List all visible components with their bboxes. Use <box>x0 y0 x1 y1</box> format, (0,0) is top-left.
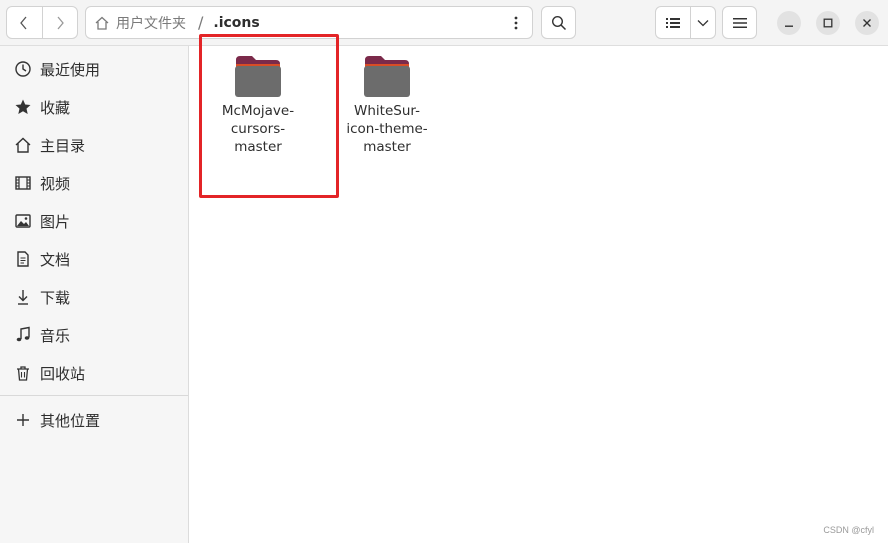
sidebar-item-label: 音乐 <box>40 326 71 345</box>
minimize-icon <box>785 25 793 27</box>
sidebar-item-label: 下载 <box>40 288 71 307</box>
close-icon <box>863 19 871 27</box>
home-icon <box>14 136 32 154</box>
sidebar-item-trash[interactable]: 回收站 <box>0 356 188 390</box>
path-parent-segment[interactable]: 用户文件夹 <box>116 13 186 33</box>
sidebar-item-pictures[interactable]: 图片 <box>0 204 188 238</box>
sidebar-item-starred[interactable]: 收藏 <box>0 90 188 124</box>
sidebar-item-documents[interactable]: 文档 <box>0 242 188 276</box>
music-icon <box>14 326 32 344</box>
view-options-dropdown[interactable] <box>690 7 715 38</box>
folder-icon <box>364 56 410 97</box>
minimize-button[interactable] <box>777 11 801 35</box>
sidebar-item-label: 图片 <box>40 212 71 231</box>
maximize-button[interactable] <box>816 11 840 35</box>
list-view-icon <box>666 17 680 28</box>
star-icon <box>14 98 32 116</box>
back-button[interactable] <box>7 7 42 38</box>
sidebar-divider <box>0 395 188 396</box>
trash-icon <box>14 364 32 382</box>
plus-icon <box>14 411 32 429</box>
path-current-segment[interactable]: .icons <box>213 15 259 31</box>
navigation-buttons <box>6 6 78 39</box>
folder-name: McMojave- cursors- master <box>221 103 295 155</box>
watermark: CSDN @cfyl <box>823 525 874 535</box>
maximize-icon <box>823 18 833 28</box>
sidebar-item-other-locations[interactable]: 其他位置 <box>0 403 188 437</box>
folder-icon <box>235 56 281 97</box>
path-menu-button[interactable] <box>499 6 533 39</box>
sidebar-item-videos[interactable]: 视频 <box>0 166 188 200</box>
view-toggle-group <box>655 6 716 39</box>
sidebar-item-label: 视频 <box>40 174 71 193</box>
chevron-left-icon <box>20 16 27 29</box>
sidebar-item-recent[interactable]: 最近使用 <box>0 52 188 86</box>
path-separator: / <box>198 13 204 32</box>
vertical-dots-icon <box>514 16 517 29</box>
sidebar-item-music[interactable]: 音乐 <box>0 318 188 352</box>
clock-icon <box>14 60 32 78</box>
search-button[interactable] <box>541 6 576 39</box>
main-menu-button[interactable] <box>722 6 757 39</box>
sidebar-item-home[interactable]: 主目录 <box>0 128 188 162</box>
search-icon <box>551 15 566 30</box>
sidebar-item-label: 主目录 <box>40 136 86 155</box>
download-icon <box>14 288 32 306</box>
home-icon <box>95 16 109 30</box>
sidebar-item-label: 其他位置 <box>40 411 101 430</box>
close-button[interactable] <box>855 11 879 35</box>
folder-name: WhiteSur- icon-theme- master <box>346 103 428 155</box>
sidebar-item-label: 收藏 <box>40 98 71 117</box>
sidebar-item-label: 回收站 <box>40 364 86 383</box>
sidebar-item-label: 最近使用 <box>40 60 101 79</box>
forward-button[interactable] <box>41 7 78 38</box>
folder-item-mcmojave[interactable]: McMojave- cursors- master <box>203 54 313 156</box>
chevron-down-icon <box>697 19 709 26</box>
sidebar-item-label: 文档 <box>40 250 71 269</box>
document-icon <box>14 250 32 268</box>
chevron-right-icon <box>57 16 64 29</box>
header-bar: 用户文件夹 / .icons <box>0 0 888 46</box>
file-view: McMojave- cursors- master WhiteSur- icon… <box>189 34 888 543</box>
film-icon <box>14 174 32 192</box>
image-icon <box>14 212 32 230</box>
folder-item-whitesur[interactable]: WhiteSur- icon-theme- master <box>332 54 442 156</box>
sidebar: 最近使用 收藏 主目录 视频 图片 文档 下载 音乐 回收站 其他位置 <box>0 46 189 543</box>
sidebar-item-downloads[interactable]: 下载 <box>0 280 188 314</box>
hamburger-menu-icon <box>732 17 747 28</box>
list-view-button[interactable] <box>656 7 690 38</box>
